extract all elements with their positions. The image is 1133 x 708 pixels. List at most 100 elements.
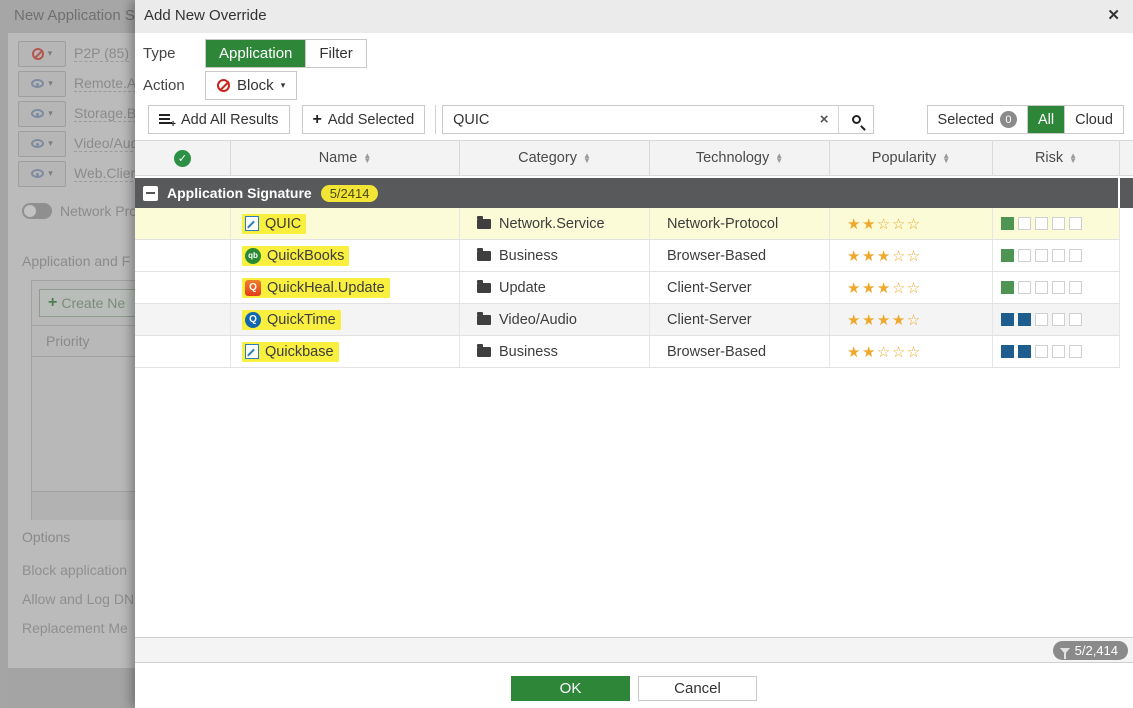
risk-bar	[1035, 249, 1048, 262]
eye-icon	[31, 139, 44, 148]
override-subpanel: + Create Ne Priority	[31, 280, 135, 520]
action-value: Block	[237, 77, 274, 94]
add-all-results-button[interactable]: + Add All Results	[148, 105, 290, 134]
close-icon[interactable]: ✕	[1107, 6, 1120, 24]
sensor-item-label[interactable]: Storage.B	[74, 105, 135, 122]
category-label: Video/Audio	[499, 312, 577, 328]
table-row[interactable]: QUICNetwork.ServiceNetwork-Protocol★★☆☆☆	[135, 208, 1120, 240]
visibility-dropdown-button[interactable]: ▾	[18, 131, 66, 157]
select-cell[interactable]	[135, 336, 231, 367]
sensor-item-label[interactable]: Remote.A	[74, 75, 135, 92]
cancel-button[interactable]: Cancel	[638, 676, 757, 701]
column-header-technology[interactable]: Technology▲▼	[650, 140, 830, 176]
application-name[interactable]: QUIC	[265, 216, 301, 232]
app-doc-icon	[245, 344, 259, 359]
risk-bar	[1069, 313, 1082, 326]
select-cell[interactable]	[135, 272, 231, 303]
action-dropdown[interactable]: Block ▾	[205, 71, 297, 100]
add-selected-button[interactable]: + Add Selected	[302, 105, 426, 134]
risk-bar	[1018, 217, 1031, 230]
options-title: Options	[22, 529, 70, 545]
application-name[interactable]: Quickbase	[265, 344, 334, 360]
folder-icon	[477, 251, 491, 261]
search-input[interactable]	[443, 112, 810, 128]
risk-bar	[1052, 249, 1065, 262]
create-new-button[interactable]: + Create Ne	[39, 289, 135, 317]
toggle-switch-icon[interactable]	[22, 203, 52, 219]
type-row: Type Application Filter	[143, 39, 367, 68]
group-row-main: Application Signature 5/2414	[135, 178, 1118, 208]
sort-icon: ▲▼	[583, 153, 591, 163]
quickbooks-icon: qb	[245, 248, 261, 264]
scope-all-button[interactable]: All	[1027, 106, 1064, 133]
risk-cell	[993, 208, 1120, 239]
visibility-dropdown-button[interactable]: ▾	[18, 101, 66, 127]
risk-bar	[1001, 345, 1014, 358]
application-name[interactable]: QuickHeal.Update	[267, 280, 385, 296]
table-row[interactable]: QQuickTimeVideo/AudioClient-Server★★★★☆	[135, 304, 1120, 336]
name-cell: QUIC	[231, 208, 460, 239]
sensor-list-item: ▾ Web.Clien	[18, 160, 135, 187]
application-name[interactable]: QuickTime	[267, 312, 336, 328]
app-doc-icon	[245, 216, 259, 231]
column-header-name[interactable]: Name▲▼	[231, 140, 460, 176]
filter-count-pill: 5/2,414	[1053, 641, 1128, 660]
column-header-category[interactable]: Category ▲▼	[460, 140, 650, 176]
select-cell[interactable]	[135, 304, 231, 335]
visibility-dropdown-button[interactable]: ▾	[18, 161, 66, 187]
scope-cloud-button[interactable]: Cloud	[1064, 106, 1123, 133]
visibility-dropdown-button[interactable]: ▾	[18, 71, 66, 97]
search-highlight: Q QuickHeal.Update	[242, 278, 390, 298]
chevron-down-icon: ▾	[48, 48, 53, 59]
category-cell: Business	[460, 240, 650, 271]
chevron-down-icon: ▾	[48, 108, 53, 119]
risk-bar	[1035, 313, 1048, 326]
select-cell[interactable]	[135, 208, 231, 239]
sensor-item-label[interactable]: P2P (85)	[74, 45, 129, 62]
risk-bar	[1001, 313, 1014, 326]
type-option-application[interactable]: Application	[206, 40, 305, 67]
application-name[interactable]: QuickBooks	[267, 248, 344, 264]
column-header-label: Name	[319, 150, 358, 166]
select-column-header[interactable]: ✓	[135, 140, 231, 176]
create-new-label: Create Ne	[61, 295, 125, 311]
sort-icon: ▲▼	[942, 153, 950, 163]
popularity-cell: ★★★★☆	[830, 304, 993, 335]
popularity-cell: ★★☆☆☆	[830, 336, 993, 367]
table-row[interactable]: QQuickHeal.UpdateUpdateClient-Server★★★☆…	[135, 272, 1120, 304]
visibility-dropdown-button[interactable]: ▾	[18, 41, 66, 67]
eye-icon	[31, 109, 44, 118]
column-header-risk[interactable]: Risk▲▼	[993, 140, 1120, 176]
search-button[interactable]	[839, 115, 873, 124]
filter-count: 5/2,414	[1075, 643, 1118, 658]
block-icon	[217, 79, 230, 92]
quickheal-icon: Q	[245, 280, 261, 296]
clear-search-icon[interactable]: ×	[810, 111, 838, 128]
search-highlight: QQuickTime	[242, 310, 341, 330]
risk-bar	[1052, 217, 1065, 230]
search-highlight: qb QuickBooks	[242, 246, 349, 266]
type-option-filter[interactable]: Filter	[305, 40, 365, 67]
add-all-results-label: Add All Results	[181, 112, 279, 128]
risk-bar	[1035, 217, 1048, 230]
name-cell: qb QuickBooks	[231, 240, 460, 271]
column-header-label: Category	[518, 150, 577, 166]
table-row[interactable]: QuickbaseBusinessBrowser-Based★★☆☆☆	[135, 336, 1120, 368]
selected-count-badge: 0	[1000, 111, 1017, 128]
collapse-minus-icon[interactable]	[143, 186, 158, 201]
table-row[interactable]: qbQuickBooksBusinessBrowser-Based★★★☆☆	[135, 240, 1120, 272]
select-cell[interactable]	[135, 240, 231, 271]
folder-icon	[477, 347, 491, 357]
sensor-item-label[interactable]: Video/Aud	[74, 135, 135, 152]
dialog-title: Add New Override	[144, 7, 267, 24]
column-header-popularity[interactable]: Popularity▲▼	[830, 140, 993, 176]
plus-icon: +	[313, 111, 322, 129]
scope-selected-button[interactable]: Selected 0	[928, 106, 1027, 133]
sensor-item-label[interactable]: Web.Clien	[74, 165, 135, 182]
ok-button[interactable]: OK	[511, 676, 630, 701]
type-segmented-control: Application Filter	[205, 39, 367, 68]
section-title: Application and F	[22, 253, 130, 269]
risk-bar	[1069, 281, 1082, 294]
risk-bar	[1069, 217, 1082, 230]
risk-bar	[1018, 249, 1031, 262]
